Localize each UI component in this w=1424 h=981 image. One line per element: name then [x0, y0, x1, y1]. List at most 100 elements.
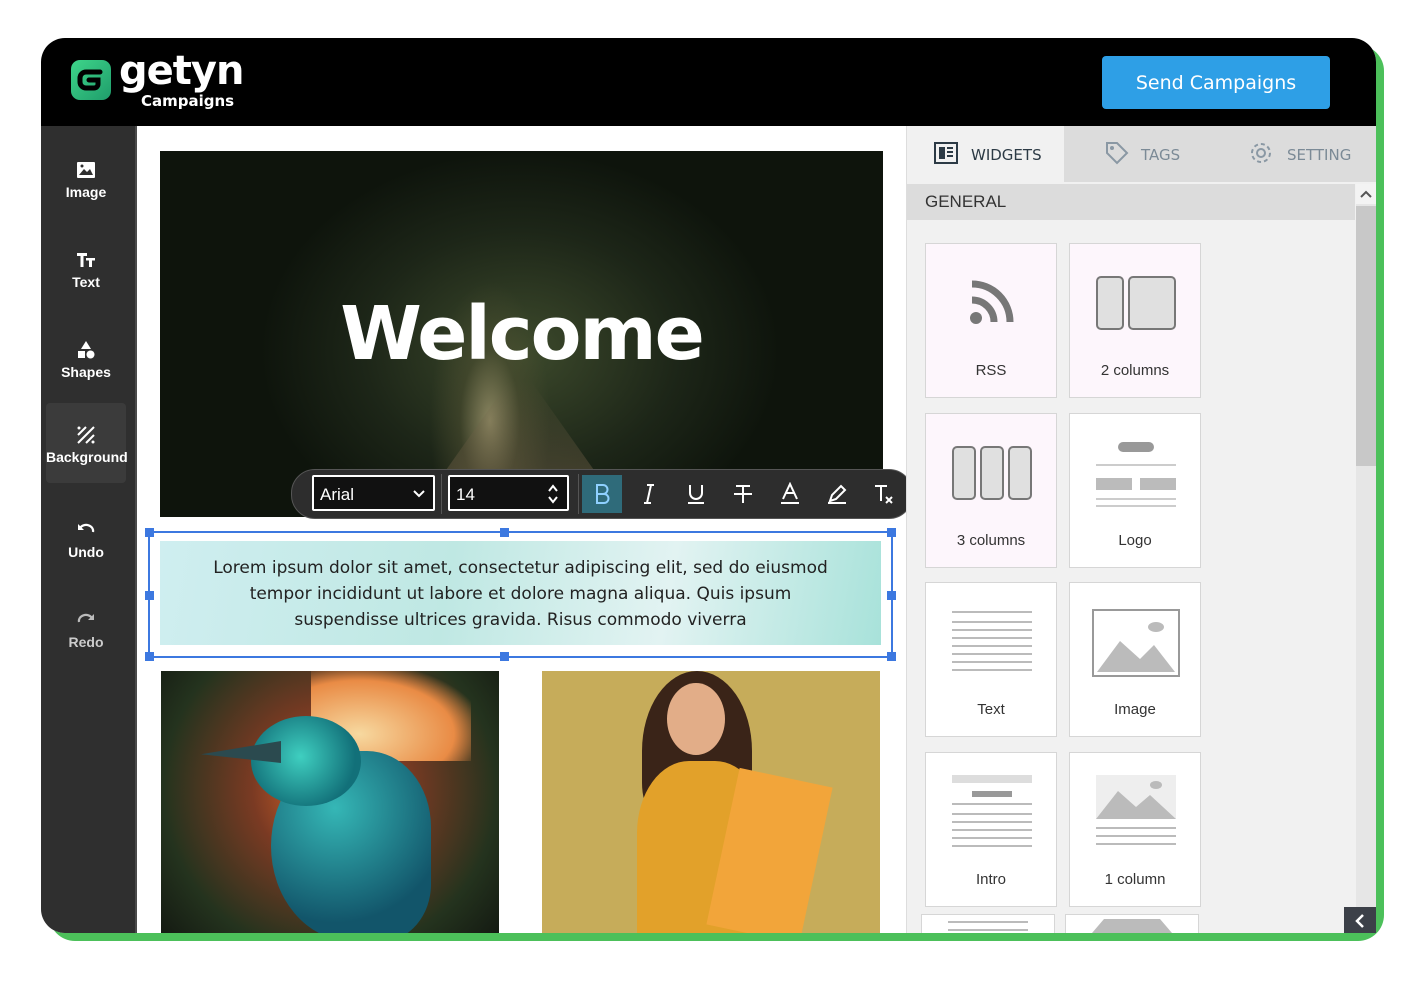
- logo-layout-icon: [1096, 442, 1176, 507]
- sidebar-item-label: Redo: [68, 634, 104, 650]
- text-lines-icon: [952, 611, 1032, 671]
- intro-layout-icon: [952, 775, 1032, 847]
- sidebar-item-shapes[interactable]: Shapes: [46, 318, 126, 398]
- sidebar-item-background[interactable]: Background: [46, 403, 128, 483]
- italic-button[interactable]: [629, 475, 669, 513]
- widget-intro[interactable]: Intro: [925, 752, 1057, 907]
- strikethrough-icon: [734, 485, 752, 503]
- bird-image[interactable]: [161, 671, 499, 933]
- selection-box: [145, 528, 896, 661]
- font-family-value: Arial: [320, 485, 355, 504]
- redo-icon: [77, 613, 94, 623]
- widget-label: Image: [1114, 701, 1156, 718]
- widget-logo[interactable]: Logo: [1069, 413, 1201, 568]
- chevron-up-icon[interactable]: [1356, 184, 1376, 204]
- sidebar-item-text[interactable]: Text: [46, 228, 126, 308]
- section-title: GENERAL: [925, 192, 1007, 211]
- bold-icon: [596, 484, 610, 504]
- strikethrough-button[interactable]: [723, 475, 763, 513]
- widgets-icon: [934, 142, 958, 164]
- gear-icon: [1251, 143, 1271, 163]
- rss-icon: [970, 280, 1014, 324]
- resize-handle[interactable]: [887, 652, 896, 661]
- collapse-panel-button[interactable]: [1344, 907, 1376, 933]
- background-icon: [77, 426, 95, 444]
- scrollbar-thumb[interactable]: [1356, 206, 1376, 466]
- resize-handle[interactable]: [887, 591, 896, 600]
- clear-format-icon: [875, 485, 893, 504]
- tab-setting[interactable]: SETTING: [1214, 126, 1376, 182]
- resize-handle[interactable]: [145, 528, 154, 537]
- tab-tags[interactable]: TAGS: [1064, 126, 1214, 182]
- sidebar-item-label: Image: [65, 184, 107, 200]
- widget-2-columns[interactable]: 2 columns: [1069, 243, 1201, 398]
- sidebar-item-label: Background: [46, 449, 128, 465]
- tab-label: WIDGETS: [971, 146, 1042, 164]
- brand-name: getyn: [119, 48, 244, 94]
- toolbar-divider: [578, 474, 579, 514]
- shapes-icon: [78, 341, 95, 359]
- woman-shopping-image[interactable]: [542, 671, 880, 933]
- tool-sidebar: Image Text Shapes Background Undo Redo: [41, 126, 137, 933]
- widget-3-columns[interactable]: 3 columns: [925, 413, 1057, 568]
- face-graphic: [667, 683, 725, 755]
- highlight-button[interactable]: [817, 475, 857, 513]
- panel-scrollbar[interactable]: [1356, 184, 1376, 933]
- redo-button[interactable]: Redo: [46, 588, 126, 668]
- font-family-select[interactable]: Arial: [312, 475, 435, 511]
- bold-button[interactable]: [582, 475, 622, 513]
- sidebar-item-image[interactable]: Image: [46, 138, 126, 218]
- widget-partial[interactable]: [1065, 914, 1199, 933]
- resize-handle[interactable]: [887, 528, 896, 537]
- tab-label: SETTING: [1287, 146, 1352, 164]
- image-placeholder-icon: [1092, 919, 1172, 933]
- hero-title[interactable]: Welcome: [160, 291, 883, 377]
- widget-label: 2 columns: [1100, 362, 1170, 379]
- email-canvas[interactable]: Welcome Arial 14 Lorem ipsum dolor sit a…: [137, 126, 906, 933]
- stepper-arrows-icon[interactable]: [547, 483, 559, 505]
- widget-panel: WIDGETS TAGS SETTING GENERAL RSS 2 colum…: [906, 126, 1376, 933]
- resize-handle[interactable]: [145, 652, 154, 661]
- text-icon: [77, 253, 95, 267]
- widget-label: 1 column: [1104, 871, 1166, 888]
- three-columns-icon: [952, 446, 1032, 500]
- logo-mark-icon: [71, 60, 111, 100]
- panel-tabs: WIDGETS TAGS SETTING: [907, 126, 1376, 182]
- resize-handle[interactable]: [500, 528, 509, 537]
- undo-icon: [78, 523, 95, 533]
- bird-beak-graphic: [201, 741, 281, 763]
- image-placeholder-icon: [1092, 609, 1180, 677]
- resize-handle[interactable]: [145, 591, 154, 600]
- widget-label: RSS: [975, 362, 1007, 379]
- widget-label: Text: [977, 701, 1005, 718]
- chevron-left-icon: [1355, 914, 1364, 928]
- section-header: GENERAL: [907, 184, 1355, 220]
- widget-1-column[interactable]: 1 column: [1069, 752, 1201, 907]
- widget-image[interactable]: Image: [1069, 582, 1201, 737]
- toolbar-divider: [441, 474, 442, 514]
- two-columns-icon: [1096, 276, 1176, 330]
- send-campaigns-button[interactable]: Send Campaigns: [1102, 56, 1330, 109]
- image-icon: [77, 162, 95, 178]
- sidebar-item-label: Shapes: [61, 364, 111, 380]
- resize-handle[interactable]: [500, 652, 509, 661]
- widget-partial[interactable]: [921, 914, 1055, 933]
- underline-button[interactable]: [676, 475, 716, 513]
- text-lines-icon: [948, 921, 1028, 931]
- widget-label: Logo: [1118, 532, 1152, 549]
- widget-label: 3 columns: [956, 532, 1026, 549]
- header: getyn Campaigns Send Campaigns: [41, 38, 1376, 126]
- hero-image[interactable]: Welcome: [160, 151, 883, 517]
- clear-format-button[interactable]: [864, 475, 904, 513]
- highlight-icon: [828, 484, 847, 504]
- widget-text[interactable]: Text: [925, 582, 1057, 737]
- text-color-button[interactable]: [770, 475, 810, 513]
- brand-sub: Campaigns: [141, 92, 235, 110]
- italic-icon: [644, 484, 654, 504]
- font-size-stepper[interactable]: 14: [448, 475, 569, 511]
- undo-button[interactable]: Undo: [46, 498, 126, 578]
- widget-rss[interactable]: RSS: [925, 243, 1057, 398]
- tab-label: TAGS: [1141, 146, 1181, 164]
- tag-icon: [1106, 142, 1129, 165]
- tab-widgets[interactable]: WIDGETS: [907, 126, 1064, 182]
